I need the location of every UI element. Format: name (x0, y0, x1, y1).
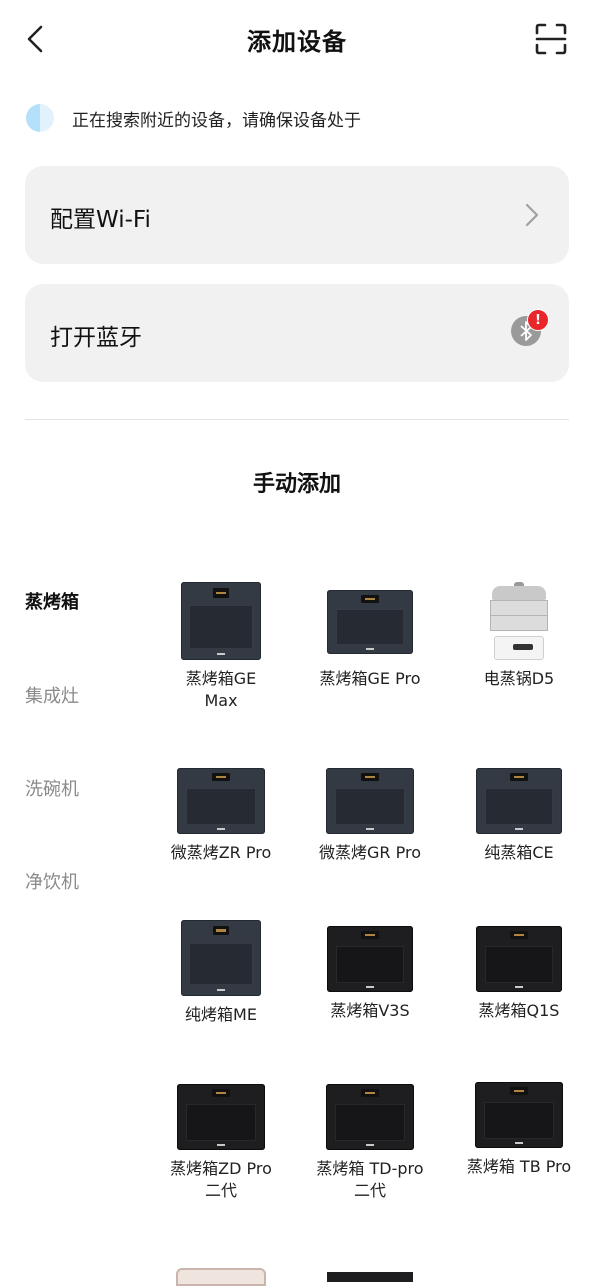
scan-button[interactable] (530, 18, 572, 60)
product-item[interactable]: 微蒸烤GR Pro (300, 768, 440, 864)
product-name: 蒸烤箱 TD-pro 二代 (316, 1159, 424, 1200)
product-item-partial[interactable] (151, 1268, 291, 1286)
category-integrated-stove[interactable]: 集成灶 (25, 682, 79, 708)
product-item[interactable]: 电蒸锅D5 (449, 582, 589, 690)
product-name: 电蒸锅D5 (483, 669, 555, 688)
product-image (327, 1272, 413, 1282)
product-name: 蒸烤箱 TB Pro (466, 1157, 572, 1176)
product-image (327, 590, 413, 654)
product-image (327, 926, 413, 992)
alert-badge: ! (527, 309, 549, 331)
divider (25, 419, 569, 420)
product-name: 微蒸烤GR Pro (319, 843, 421, 862)
product-item[interactable]: 蒸烤箱V3S (300, 926, 440, 1022)
chevron-right-icon (525, 203, 539, 227)
enable-bluetooth-label: 打开蓝牙 (50, 325, 142, 351)
product-image (326, 768, 414, 834)
scan-icon (535, 23, 567, 55)
product-item[interactable]: 蒸烤箱GE Pro (300, 582, 440, 690)
header: 添加设备 (0, 0, 594, 80)
product-name: 纯蒸箱CE (484, 843, 554, 862)
category-water-purifier[interactable]: 净饮机 (25, 868, 79, 894)
product-item[interactable]: 蒸烤箱GE Max (151, 582, 291, 712)
product-name: 蒸烤箱GE Max (185, 669, 257, 710)
product-item[interactable]: 蒸烤箱 TD-pro 二代 (300, 1084, 440, 1202)
product-item-partial[interactable] (300, 1272, 440, 1282)
product-name: 纯烤箱ME (185, 1005, 257, 1024)
product-item[interactable]: 蒸烤箱Q1S (449, 926, 589, 1022)
product-name: 蒸烤箱V3S (330, 1001, 410, 1020)
category-steam-oven[interactable]: 蒸烤箱 (25, 588, 79, 614)
product-name: 微蒸烤ZR Pro (170, 843, 272, 862)
product-image (326, 1084, 414, 1150)
product-image (488, 582, 550, 660)
product-image (181, 582, 261, 660)
search-status-text: 正在搜索附近的设备，请确保设备处于 (72, 110, 361, 131)
enable-bluetooth-card[interactable]: 打开蓝牙 ! (25, 284, 569, 382)
configure-wifi-label: 配置Wi-Fi (50, 207, 151, 233)
configure-wifi-card[interactable]: 配置Wi-Fi (25, 166, 569, 264)
product-image (177, 768, 265, 834)
product-image (177, 1084, 265, 1150)
page-title: 添加设备 (247, 28, 347, 56)
product-item[interactable]: 蒸烤箱ZD Pro 二代 (151, 1084, 291, 1202)
product-name: 蒸烤箱Q1S (478, 1001, 560, 1020)
product-image (476, 926, 562, 992)
search-status: 正在搜索附近的设备，请确保设备处于 (26, 100, 361, 136)
product-image (176, 1268, 266, 1286)
product-image (475, 1082, 563, 1148)
product-item[interactable]: 纯烤箱ME (151, 920, 291, 1026)
manual-add-title: 手动添加 (252, 472, 341, 497)
product-item[interactable]: 纯蒸箱CE (449, 768, 589, 864)
product-item[interactable]: 微蒸烤ZR Pro (151, 768, 291, 864)
searching-indicator-icon (26, 104, 54, 132)
product-image (476, 768, 562, 834)
product-image (181, 920, 261, 996)
product-name: 蒸烤箱ZD Pro 二代 (170, 1159, 272, 1200)
category-dishwasher[interactable]: 洗碗机 (25, 775, 79, 801)
product-name: 蒸烤箱GE Pro (319, 669, 421, 688)
product-item[interactable]: 蒸烤箱 TB Pro (449, 1082, 589, 1178)
